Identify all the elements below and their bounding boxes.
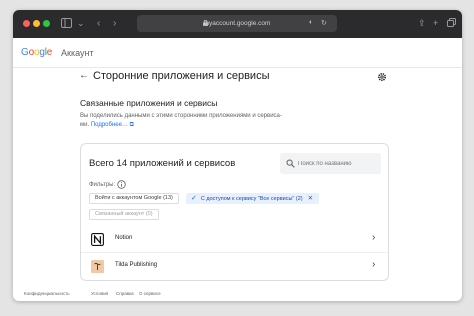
search-icon (286, 159, 295, 168)
footer-link-help[interactable]: Справка (116, 291, 134, 296)
app-row-notion[interactable]: Notion › (81, 226, 390, 252)
chevron-down-icon[interactable]: ⌄ (77, 18, 85, 29)
close-icon[interactable]: ✕ (308, 195, 313, 202)
share-icon[interactable]: ⇪ (418, 18, 426, 29)
chevron-right-icon: › (372, 232, 376, 243)
section-description: Вы поделились данными с этими сторонними… (80, 113, 282, 119)
connected-apps-card: Всего 14 приложений и сервисов Фильтры: … (80, 143, 390, 281)
google-logo[interactable]: Google (21, 47, 52, 58)
page-title: Сторонние приложения и сервисы (93, 70, 270, 82)
close-window-button[interactable] (23, 20, 30, 27)
new-tab-icon[interactable]: + (433, 18, 438, 29)
back-arrow-icon[interactable]: ← (79, 70, 89, 81)
tilda-logo-icon (91, 260, 104, 273)
section-title: Связанные приложения и сервисы (80, 98, 218, 108)
brand-account-label: Аккаунт (61, 48, 94, 58)
apps-count-title: Всего 14 приложений и сервисов (89, 158, 236, 169)
app-name: Notion (115, 235, 133, 241)
tabs-overview-icon[interactable] (447, 18, 456, 30)
filters-label: Фильтры: (89, 182, 116, 188)
reload-icon[interactable]: ↻ (321, 19, 327, 27)
description-tail: ми. (80, 122, 90, 128)
back-nav-icon[interactable]: ‹ (97, 18, 100, 29)
footer-link-terms[interactable]: Условия (91, 291, 108, 296)
gear-icon[interactable] (377, 72, 387, 82)
search-input[interactable] (298, 156, 378, 171)
more-info-link[interactable]: Подробнее… (91, 122, 128, 128)
address-url: myaccount.google.com (203, 20, 271, 27)
section-description-line2: ми. Подробнее… ⧉ (80, 122, 134, 129)
extension-icon[interactable]: ◐ (309, 19, 313, 26)
info-icon[interactable] (117, 180, 126, 189)
browser-toolbar: ⌄ ‹ › myaccount.google.com ↻ ◐ ⇪ + (13, 10, 462, 38)
filter-chip-google-signin[interactable]: Войти с аккаунтом Google (13) (89, 193, 179, 204)
footer-link-privacy[interactable]: Конфиденциальность (24, 291, 70, 296)
address-bar[interactable]: myaccount.google.com ↻ ◐ (137, 15, 337, 32)
app-row-tilda[interactable]: Tilda Publishing › (81, 252, 390, 278)
filter-chip-label: С доступом к сервису "Все сервисы" (2) (200, 196, 303, 202)
sidebar-icon[interactable] (61, 18, 72, 31)
search-box[interactable] (280, 153, 381, 174)
notion-logo-icon (91, 233, 104, 246)
forward-nav-icon[interactable]: › (113, 18, 116, 29)
account-header: Google Аккаунт (13, 38, 462, 68)
external-link-icon[interactable]: ⧉ (130, 122, 134, 128)
minimize-window-button[interactable] (33, 20, 40, 27)
app-name: Tilda Publishing (115, 262, 158, 268)
filter-chip-all-services[interactable]: ✓ С доступом к сервису "Все сервисы" (2) ✕ (186, 193, 320, 204)
filter-chip-linked-account[interactable]: Связанный аккаунт (0) (89, 209, 159, 220)
browser-window: ⌄ ‹ › myaccount.google.com ↻ ◐ ⇪ + Googl… (13, 10, 462, 301)
chevron-right-icon: › (372, 259, 376, 270)
zoom-window-button[interactable] (43, 20, 50, 27)
footer-link-about[interactable]: О сервисе (139, 291, 161, 296)
check-icon: ✓ (191, 195, 197, 202)
